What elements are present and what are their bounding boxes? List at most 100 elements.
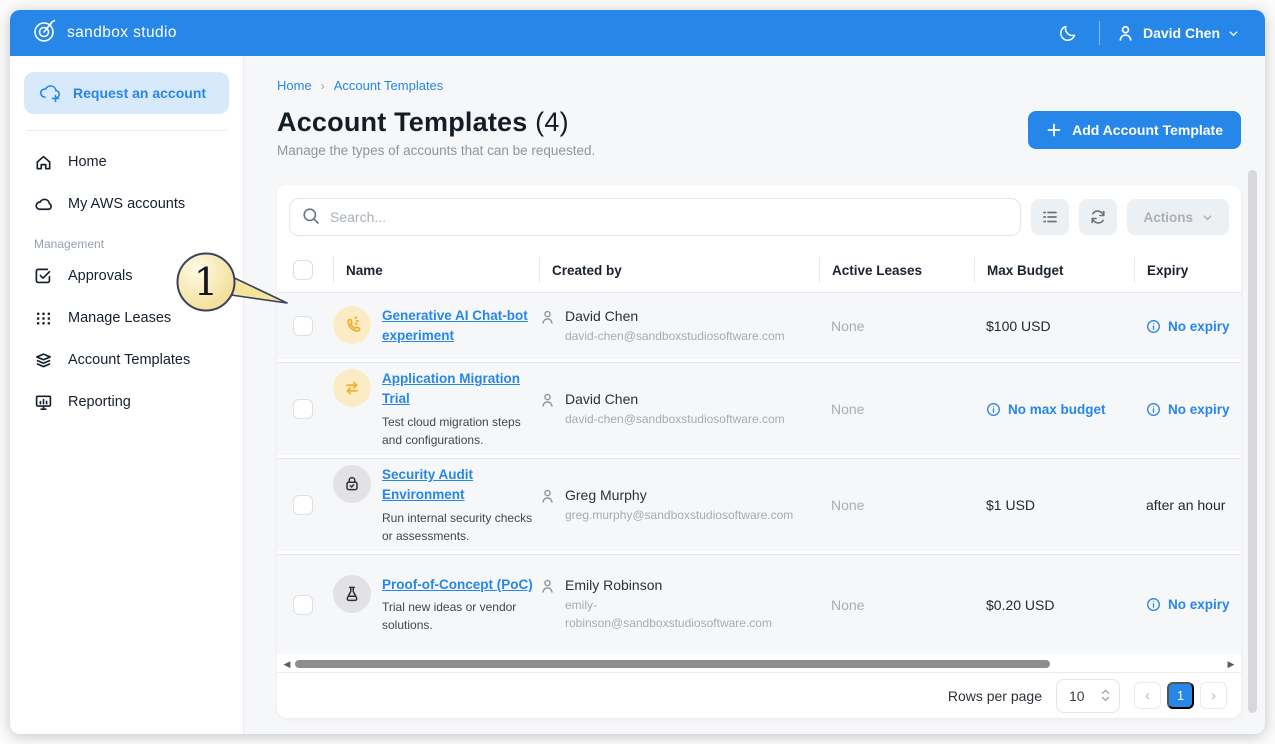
scrollbar-thumb[interactable]	[295, 660, 1050, 668]
page-subtitle: Manage the types of accounts that can be…	[277, 143, 595, 158]
scroll-right-arrow-icon[interactable]: ▶	[1225, 656, 1237, 672]
row-checkbox[interactable]	[293, 316, 313, 336]
scroll-left-arrow-icon[interactable]: ◀	[281, 656, 293, 672]
add-account-template-button[interactable]: Add Account Template	[1028, 111, 1241, 149]
info-icon	[1146, 319, 1161, 334]
active-leases-value: None	[831, 597, 864, 613]
max-budget-value: $0.20 USD	[986, 597, 1054, 613]
user-menu[interactable]: David Chen	[1116, 24, 1239, 43]
max-budget-value: No max budget	[1008, 402, 1106, 417]
expiry-value: No expiry	[1168, 402, 1230, 417]
person-icon	[539, 488, 556, 505]
sidebar-item-reporting[interactable]: Reporting	[24, 381, 229, 423]
template-name-link[interactable]: Security Audit Environment	[382, 467, 473, 502]
rows-per-page-label: Rows per page	[948, 688, 1042, 704]
chevron-down-icon	[1202, 212, 1213, 223]
search-input[interactable]	[289, 198, 1021, 236]
refresh-button[interactable]	[1079, 199, 1117, 235]
actions-button[interactable]: Actions	[1127, 199, 1229, 235]
table-row[interactable]: Application Migration Trial Test cloud m…	[277, 362, 1241, 458]
info-icon	[1146, 402, 1161, 417]
column-header-created-by[interactable]: Created by	[539, 257, 819, 283]
sidebar-item-manage-leases[interactable]: Manage Leases	[24, 297, 229, 339]
next-page-button[interactable]: ›	[1200, 682, 1227, 709]
breadcrumb-home-link[interactable]: Home	[277, 78, 312, 93]
expiry-info-link[interactable]: No expiry	[1146, 319, 1230, 334]
column-header-name[interactable]: Name	[333, 257, 539, 283]
chevron-up-icon	[1101, 689, 1110, 695]
breadcrumb-current-link[interactable]: Account Templates	[334, 78, 444, 93]
creator-email: david-chen@sandboxstudiosoftware.com	[565, 410, 785, 428]
checkbox-check-icon	[34, 267, 53, 286]
template-description: Test cloud migration steps and configura…	[382, 413, 539, 449]
sidebar-item-account-templates[interactable]: Account Templates	[24, 339, 229, 381]
stepper-icons	[1101, 689, 1110, 702]
sidebar-item-label: My AWS accounts	[68, 196, 185, 212]
expiry-value: No expiry	[1168, 319, 1230, 334]
expiry-info-link[interactable]: No expiry	[1146, 402, 1230, 417]
refresh-icon	[1089, 208, 1107, 226]
person-icon	[539, 309, 556, 326]
brand: sandbox studio	[32, 18, 177, 49]
swap-arrows-icon	[333, 369, 371, 407]
horizontal-scrollbar[interactable]: ◀ ▶	[281, 656, 1237, 672]
cloud-icon	[34, 195, 53, 214]
row-checkbox[interactable]	[293, 399, 313, 419]
main-content: Home › Account Templates Account Templat…	[244, 56, 1265, 734]
max-budget-value: $100 USD	[986, 318, 1051, 334]
info-icon	[1146, 597, 1161, 612]
select-all-checkbox[interactable]	[293, 260, 313, 280]
rows-per-page-select[interactable]: 10	[1056, 679, 1120, 713]
monitor-chart-icon	[34, 393, 53, 412]
sidebar-section-management: Management	[34, 237, 229, 251]
sidebar-item-home[interactable]: Home	[24, 141, 229, 183]
template-name-link[interactable]: Application Migration Trial	[382, 371, 520, 406]
expiry-info-link[interactable]: No expiry	[1146, 597, 1230, 612]
sidebar-item-label: Account Templates	[68, 352, 190, 368]
brand-logo-icon	[32, 18, 58, 49]
breadcrumb-separator-icon: ›	[321, 79, 325, 93]
sidebar-item-my-aws-accounts[interactable]: My AWS accounts	[24, 183, 229, 225]
current-page-button[interactable]: 1	[1167, 682, 1194, 709]
person-icon	[539, 578, 556, 595]
active-leases-value: None	[831, 318, 864, 334]
scrollbar-track[interactable]	[293, 656, 1225, 672]
creator-email: greg.murphy@sandboxstudiosoftware.com	[565, 506, 793, 524]
sidebar-item-approvals[interactable]: Approvals	[24, 255, 229, 297]
lock-check-icon	[333, 465, 371, 503]
max-budget-info-link[interactable]: No max budget	[986, 402, 1106, 417]
search-icon	[301, 206, 321, 231]
info-icon	[986, 402, 1001, 417]
creator-name: David Chen	[565, 308, 785, 324]
moon-icon[interactable]	[1053, 18, 1083, 48]
active-leases-value: None	[831, 401, 864, 417]
table-row[interactable]: Security Audit Environment Run internal …	[277, 458, 1241, 554]
person-icon	[1116, 24, 1135, 43]
topbar-divider	[1099, 21, 1100, 45]
sidebar-item-label: Approvals	[68, 268, 132, 284]
table-row[interactable]: Proof-of-Concept (PoC) Trial new ideas o…	[277, 554, 1241, 654]
template-name-link[interactable]: Proof-of-Concept (PoC)	[382, 577, 533, 592]
previous-page-button[interactable]: ‹	[1134, 682, 1161, 709]
pager: ‹ 1 ›	[1134, 682, 1227, 709]
home-icon	[34, 153, 53, 172]
grid-dots-icon	[34, 309, 53, 328]
templates-card: Actions Name Created by Active Leases Ma…	[277, 185, 1241, 718]
breadcrumb: Home › Account Templates	[277, 78, 1241, 93]
column-header-active-leases[interactable]: Active Leases	[819, 257, 974, 283]
actions-label: Actions	[1143, 210, 1193, 225]
vertical-scrollbar-thumb[interactable]	[1248, 170, 1257, 713]
template-name-link[interactable]: Generative AI Chat-bot experiment	[382, 308, 528, 343]
column-header-max-budget[interactable]: Max Budget	[974, 257, 1134, 283]
table-header-row: Name Created by Active Leases Max Budget…	[277, 248, 1241, 292]
active-leases-value: None	[831, 497, 864, 513]
rows-per-page-value: 10	[1069, 688, 1085, 704]
table-row[interactable]: Generative AI Chat-bot experiment David …	[277, 292, 1241, 362]
row-checkbox[interactable]	[293, 595, 313, 615]
request-account-button[interactable]: Request an account	[24, 72, 229, 114]
row-checkbox[interactable]	[293, 495, 313, 515]
sidebar-item-label: Manage Leases	[68, 310, 171, 326]
top-bar: sandbox studio David Chen	[10, 10, 1265, 56]
column-header-expiry[interactable]: Expiry	[1134, 257, 1241, 283]
list-view-button[interactable]	[1031, 199, 1069, 235]
